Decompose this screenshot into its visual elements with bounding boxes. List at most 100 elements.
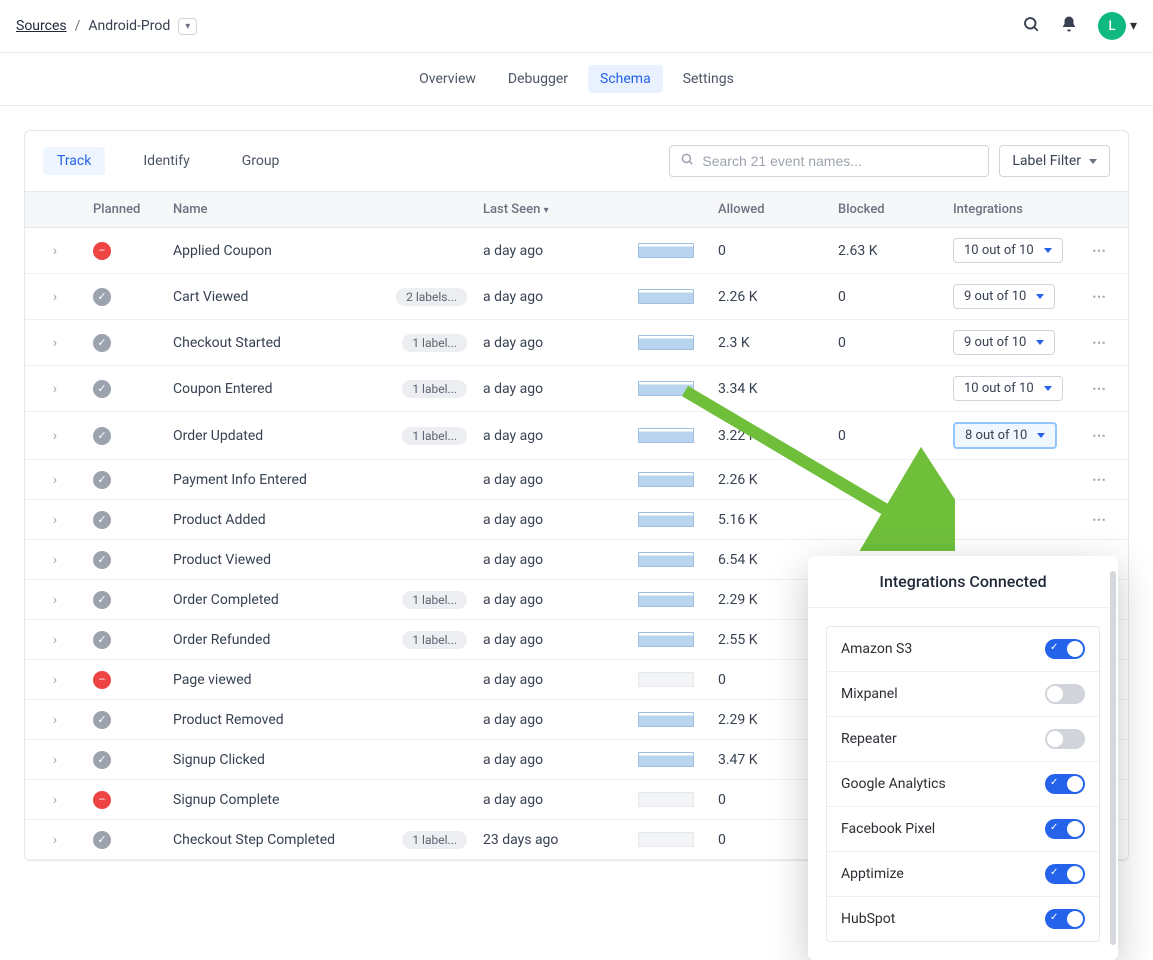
integration-toggle[interactable]: ✓ [1045, 864, 1085, 884]
expand-row-button[interactable]: › [25, 462, 85, 498]
toggle-knob [1067, 911, 1083, 927]
popover-scrollbar[interactable] [1110, 571, 1116, 945]
allowed-value: 3.34 K [710, 371, 830, 407]
event-name: Order Updated [173, 428, 394, 444]
bell-icon[interactable] [1060, 15, 1078, 37]
blocked-value: 0 [830, 325, 945, 361]
expand-row-button[interactable]: › [25, 418, 85, 454]
integration-toggle[interactable] [1045, 729, 1085, 749]
check-icon: ✓ [1050, 822, 1058, 833]
integration-toggle[interactable]: ✓ [1045, 639, 1085, 659]
integration-toggle[interactable] [1045, 684, 1085, 704]
row-menu-button[interactable]: ⋯ [1075, 502, 1125, 538]
last-seen-value: a day ago [475, 702, 630, 738]
event-name: Order Refunded [173, 632, 394, 648]
allowed-value: 3.22 K [710, 418, 830, 454]
allowed-value: 2.3 K [710, 325, 830, 361]
sort-desc-icon: ▾ [544, 205, 549, 216]
expand-row-button[interactable]: › [25, 502, 85, 538]
column-integrations[interactable]: Integrations [945, 192, 1075, 227]
sparkline [638, 832, 694, 847]
table-row: › ✓ Checkout Started1 label... a day ago… [25, 320, 1128, 366]
expand-row-button[interactable]: › [25, 325, 85, 361]
integration-name: Facebook Pixel [841, 821, 935, 837]
sparkline [638, 472, 694, 487]
search-icon[interactable] [1022, 15, 1040, 37]
label-pill[interactable]: 1 label... [402, 831, 467, 849]
sparkline [638, 512, 694, 527]
row-menu-button[interactable]: ⋯ [1075, 371, 1125, 407]
event-name: Product Added [173, 512, 467, 528]
event-name: Checkout Started [173, 335, 394, 351]
search-box[interactable] [669, 145, 989, 177]
row-menu-button[interactable]: ⋯ [1075, 418, 1125, 454]
expand-row-button[interactable]: › [25, 371, 85, 407]
event-name: Applied Coupon [173, 243, 467, 259]
user-menu[interactable]: L ▾ [1098, 12, 1137, 40]
label-pill[interactable]: 1 label... [402, 591, 467, 609]
expand-row-button[interactable]: › [25, 622, 85, 658]
check-circle-icon: ✓ [93, 471, 111, 489]
expand-row-button[interactable]: › [25, 782, 85, 818]
tab-debugger[interactable]: Debugger [496, 65, 580, 93]
event-name: Signup Clicked [173, 752, 467, 768]
expand-row-button[interactable]: › [25, 582, 85, 618]
avatar: L [1098, 12, 1126, 40]
minus-circle-icon: – [93, 791, 111, 809]
check-icon: ✓ [1050, 642, 1058, 653]
breadcrumb-dropdown[interactable]: ▾ [178, 18, 197, 35]
expand-row-button[interactable]: › [25, 702, 85, 738]
row-menu-button[interactable]: ⋯ [1075, 279, 1125, 315]
tab-overview[interactable]: Overview [407, 65, 488, 93]
integrations-dropdown[interactable]: 9 out of 10 [953, 284, 1055, 309]
tab-schema[interactable]: Schema [588, 65, 663, 93]
row-menu-button[interactable]: ⋯ [1075, 325, 1125, 361]
label-pill[interactable]: 1 label... [402, 427, 467, 445]
integration-name: HubSpot [841, 911, 895, 927]
subtab-group[interactable]: Group [228, 147, 294, 175]
label-pill[interactable]: 1 label... [402, 380, 467, 398]
expand-row-button[interactable]: › [25, 662, 85, 698]
expand-row-button[interactable]: › [25, 542, 85, 578]
subtab-identify[interactable]: Identify [129, 147, 203, 175]
column-blocked[interactable]: Blocked [830, 192, 945, 227]
integration-toggle[interactable]: ✓ [1045, 819, 1085, 839]
integrations-list: Amazon S3 ✓ Mixpanel Repeater Google Ana… [826, 626, 1100, 942]
expand-row-button[interactable]: › [25, 742, 85, 778]
integrations-dropdown[interactable]: 10 out of 10 [953, 376, 1063, 401]
integrations-dropdown[interactable]: 10 out of 10 [953, 238, 1063, 263]
integration-toggle[interactable]: ✓ [1045, 909, 1085, 929]
integration-item: Google Analytics ✓ [827, 762, 1099, 807]
label-pill[interactable]: 1 label... [402, 334, 467, 352]
expand-row-button[interactable]: › [25, 233, 85, 269]
label-pill[interactable]: 2 labels... [396, 288, 467, 306]
column-last-seen[interactable]: Last Seen ▾ [475, 192, 630, 227]
chevron-down-icon [1036, 294, 1044, 299]
expand-row-button[interactable]: › [25, 279, 85, 315]
popover-title: Integrations Connected [808, 556, 1118, 608]
integrations-dropdown[interactable]: 8 out of 10 [953, 422, 1057, 449]
row-menu-button[interactable]: ⋯ [1075, 462, 1125, 498]
column-allowed[interactable]: Allowed [710, 192, 830, 227]
row-menu-button[interactable]: ⋯ [1075, 233, 1125, 269]
label-pill[interactable]: 1 label... [402, 631, 467, 649]
check-icon: ✓ [1050, 912, 1058, 923]
event-name: Product Removed [173, 712, 467, 728]
sparkline [638, 289, 694, 304]
tab-settings[interactable]: Settings [671, 65, 746, 93]
sparkline [638, 792, 694, 807]
column-planned[interactable]: Planned [85, 192, 165, 227]
nav-tabs: Overview Debugger Schema Settings [0, 53, 1153, 106]
check-circle-icon: ✓ [93, 751, 111, 769]
search-input[interactable] [702, 153, 978, 169]
expand-row-button[interactable]: › [25, 822, 85, 858]
label-filter-button[interactable]: Label Filter [999, 145, 1110, 177]
sparkline [638, 752, 694, 767]
integration-toggle[interactable]: ✓ [1045, 774, 1085, 794]
breadcrumb-root-link[interactable]: Sources [16, 18, 67, 34]
sparkline [638, 381, 694, 396]
breadcrumb-separator: / [75, 18, 81, 34]
integrations-dropdown[interactable]: 9 out of 10 [953, 330, 1055, 355]
column-name[interactable]: Name [165, 192, 475, 227]
subtab-track[interactable]: Track [43, 147, 105, 175]
